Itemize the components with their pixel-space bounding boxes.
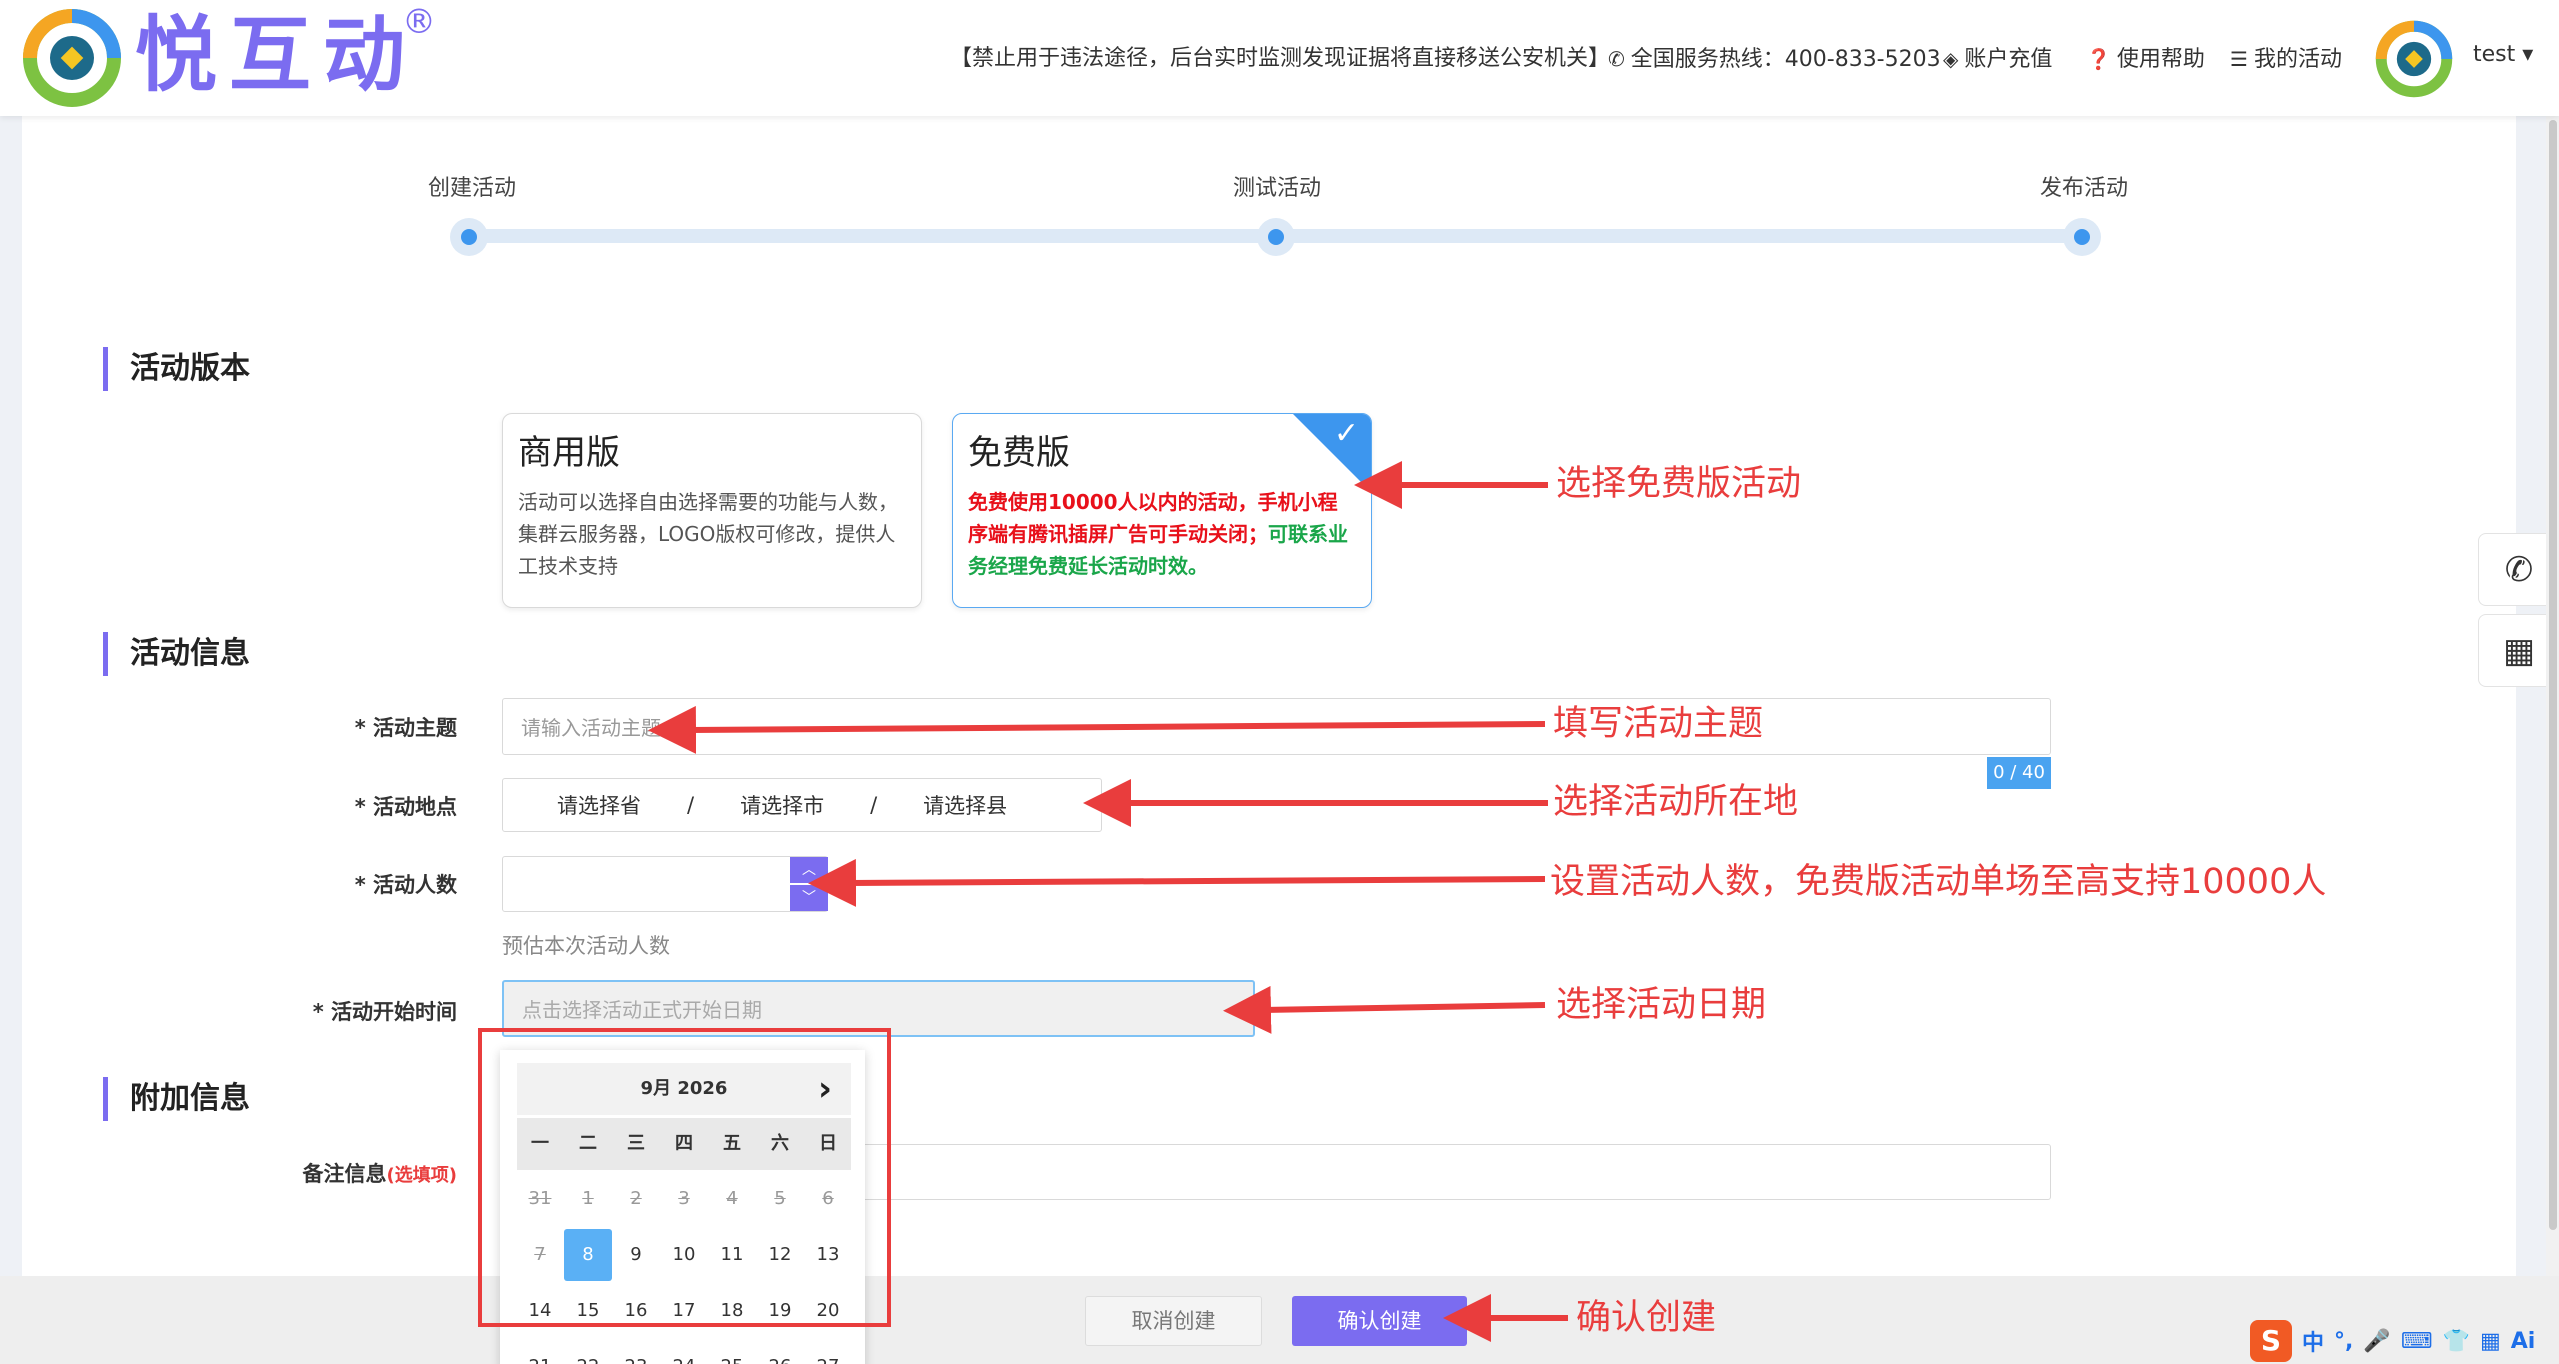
brand-name[interactable]: 悦互动 (135, 6, 417, 106)
ime-punctuation[interactable]: °, (2334, 1329, 2353, 1354)
main-panel (22, 116, 2516, 1276)
section-bar (103, 347, 108, 391)
keyboard-icon[interactable]: ⌨ (2401, 1329, 2433, 1354)
people-hint: 预估本次活动人数 (502, 934, 670, 958)
calendar-day[interactable]: 25 (708, 1341, 756, 1364)
county-select[interactable]: 请选择县 (923, 790, 1007, 820)
note-label: 备注信息(选填项) (250, 1158, 457, 1188)
qrcode-icon: ▦ (2502, 630, 2536, 671)
subject-placeholder: 请输入活动主题.. (521, 716, 674, 740)
calendar-day[interactable]: 21 (516, 1341, 564, 1364)
shirt-icon[interactable]: 👕 (2443, 1329, 2470, 1354)
step-create-label: 创建活动 (428, 176, 517, 201)
list-icon: ☰ (2230, 47, 2248, 71)
calendar-day[interactable]: 23 (612, 1341, 660, 1364)
calendar-day[interactable]: 22 (564, 1341, 612, 1364)
ime-ai[interactable]: Ai (2511, 1329, 2536, 1354)
sogou-logo-icon[interactable]: S (2250, 1320, 2292, 1362)
microphone-icon[interactable]: 🎤 (2363, 1329, 2390, 1354)
commercial-desc: 活动可以选择自由选择需要的功能与人数，集群云服务器，LOGO版权可修改，提供人工… (518, 490, 898, 578)
location-separator: / (870, 793, 878, 817)
recharge-link[interactable]: ◈ 账户充值 (1943, 44, 2052, 75)
scrollbar-thumb[interactable] (2549, 120, 2557, 1230)
free-version-card[interactable]: ✓ 免费版 免费使用10000人以内的活动，手机小程序端有腾讯插屏广告可手动关闭… (952, 413, 1372, 608)
brand-logo-icon[interactable] (22, 8, 122, 108)
city-select[interactable]: 请选择市 (740, 790, 824, 820)
subject-label: * 活动主题 (354, 716, 457, 740)
calendar-day[interactable]: 24 (660, 1341, 708, 1364)
help-link[interactable]: ❓ 使用帮助 (2086, 44, 2205, 75)
commercial-title: 商用版 (518, 433, 620, 473)
subject-char-counter: 0 / 40 (1987, 757, 2051, 789)
step-test-label: 测试活动 (1233, 176, 1322, 201)
people-number-input[interactable] (502, 856, 828, 912)
decrement-button[interactable]: ﹀ (790, 885, 828, 911)
my-activities-link[interactable]: ☰ 我的活动 (2230, 44, 2342, 75)
ime-mode[interactable]: 中 (2302, 1325, 2324, 1357)
top-header: 悦互动 ® 【禁止用于违法途径，后台实时监测发现证据将直接移送公安机关】 ✆ 全国… (0, 0, 2559, 116)
user-avatar[interactable] (2375, 18, 2453, 100)
caret-down-icon: ▾ (2522, 42, 2534, 67)
extra-section-title: 附加信息 (130, 1081, 250, 1116)
selected-corner (1293, 414, 1371, 492)
commercial-version-card[interactable]: 商用版 活动可以选择自由选择需要的功能与人数，集群云服务器，LOGO版权可修改，… (502, 413, 922, 608)
confirm-create-button[interactable]: 确认创建 (1292, 1296, 1467, 1346)
hotline-link[interactable]: ✆ 全国服务热线：400-833-5203 (1608, 44, 1941, 75)
user-menu[interactable]: test ▾ (2473, 42, 2533, 67)
check-icon: ✓ (1333, 416, 1359, 451)
legal-notice: 【禁止用于违法途径，后台实时监测发现证据将直接移送公安机关】 (950, 46, 1611, 71)
diamond-icon: ◈ (1943, 47, 1959, 71)
location-label: * 活动地点 (354, 795, 457, 819)
recharge-text: 账户充值 (1964, 47, 2053, 72)
annotation-date: 选择活动日期 (1556, 985, 1767, 1025)
footer-bar (0, 1276, 2559, 1364)
my-activities-text: 我的活动 (2253, 47, 2342, 72)
start-date-placeholder: 点击选择活动正式开始日期 (522, 998, 762, 1022)
location-separator: / (687, 793, 695, 817)
start-time-label: * 活动开始时间 (312, 1000, 457, 1024)
annotation-subject: 填写活动主题 (1553, 704, 1764, 744)
version-section-title: 活动版本 (130, 351, 250, 386)
info-section-title: 活动信息 (130, 636, 250, 671)
annotation-location: 选择活动所在地 (1553, 782, 1799, 822)
calendar-day[interactable]: 26 (756, 1341, 804, 1364)
question-icon: ❓ (2086, 47, 2111, 71)
phone-icon: ✆ (1608, 47, 1625, 71)
registered-mark: ® (402, 2, 436, 42)
grid-icon[interactable]: ▦ (2480, 1329, 2501, 1354)
ime-toolbar[interactable]: S 中 °, 🎤 ⌨ 👕 ▦ Ai (2250, 1318, 2535, 1364)
free-desc: 免费使用10000人以内的活动，手机小程序端有腾讯插屏广告可手动关闭；可联系业务… (968, 486, 1356, 582)
province-select[interactable]: 请选择省 (557, 790, 641, 820)
calendar-highlight-box (478, 1028, 891, 1327)
section-bar (103, 632, 108, 676)
hotline-text: 全国服务热线：400-833-5203 (1630, 47, 1941, 72)
username: test (2473, 42, 2516, 67)
section-bar (103, 1077, 108, 1121)
step-publish-label: 发布活动 (2040, 176, 2129, 201)
note-label-text: 备注信息 (302, 1162, 387, 1186)
step-publish-dot (2063, 218, 2101, 256)
annotation-people: 设置活动人数，免费版活动单场至高支持10000人 (1550, 862, 2327, 902)
annotation-free-version: 选择免费版活动 (1556, 464, 1802, 504)
step-create-dot (450, 218, 488, 256)
increment-button[interactable]: ︿ (790, 857, 828, 883)
cancel-create-button[interactable]: 取消创建 (1085, 1296, 1262, 1346)
people-label: * 活动人数 (354, 873, 457, 897)
annotation-confirm: 确认创建 (1576, 1298, 1717, 1338)
note-optional-tag: (选填项) (386, 1165, 457, 1186)
subject-input[interactable]: 请输入活动主题.. (502, 698, 2051, 755)
location-selector[interactable]: 请选择省 / 请选择市 / 请选择县 (502, 778, 1102, 832)
step-test-dot (1257, 218, 1295, 256)
calendar-day[interactable]: 27 (804, 1341, 852, 1364)
help-text: 使用帮助 (2116, 47, 2205, 72)
phone-icon: ✆ (2504, 549, 2534, 590)
